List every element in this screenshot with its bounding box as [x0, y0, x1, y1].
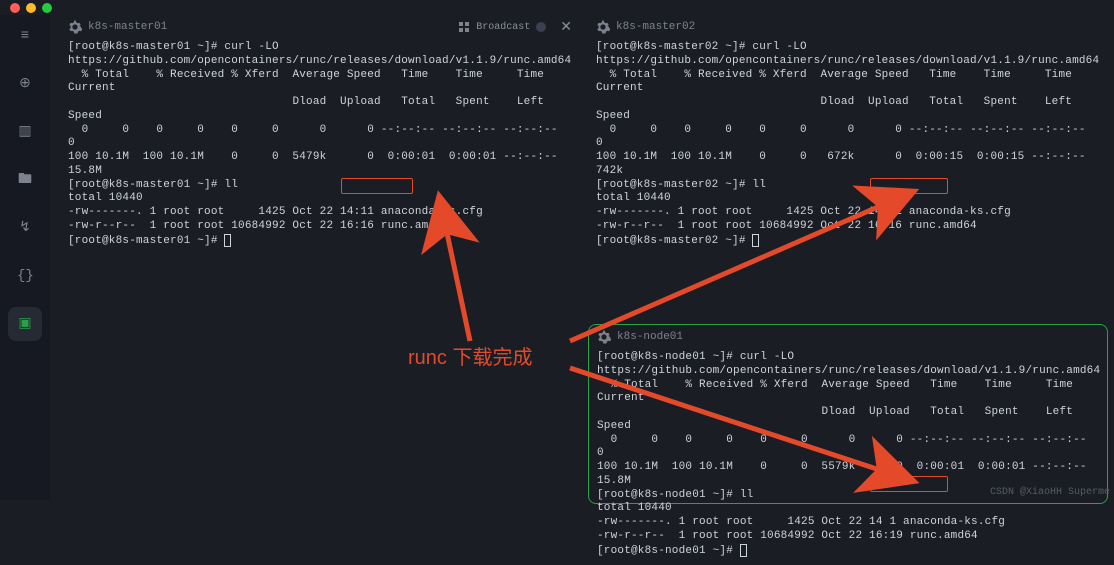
- terminal-pane-k8s-master02[interactable]: k8s-master02 [root@k8s-master02 ~]# curl…: [588, 15, 1108, 315]
- gear-icon: [68, 20, 82, 34]
- close-pane-button[interactable]: ✕: [560, 19, 572, 36]
- gear-icon: [596, 20, 610, 34]
- zoom-window-dot[interactable]: [42, 3, 52, 13]
- broadcast-toggle[interactable]: Broadcast: [458, 21, 546, 33]
- highlight-box-runc-3: [870, 476, 948, 492]
- terminal-icon[interactable]: ▣: [8, 307, 42, 341]
- terminal-output[interactable]: [root@k8s-master01 ~]# curl -LO https://…: [60, 39, 580, 256]
- pane-title: k8s-master02: [616, 21, 695, 33]
- terminal-output[interactable]: [root@k8s-node01 ~]# curl -LO https://gi…: [589, 349, 1107, 565]
- terminal-output[interactable]: [root@k8s-master02 ~]# curl -LO https://…: [588, 39, 1108, 256]
- close-window-dot[interactable]: [10, 3, 20, 13]
- broadcast-status-dot: [536, 22, 546, 32]
- highlight-box-runc-1: [341, 178, 413, 194]
- terminal-pane-k8s-master01[interactable]: k8s-master01 Broadcast ✕ [root@k8s-maste…: [60, 15, 580, 495]
- annotation-label: runc 下载完成: [408, 341, 532, 370]
- highlight-box-runc-2: [870, 178, 948, 194]
- cursor: [224, 234, 231, 247]
- sidebar: ≡ ⊕ ▥ 🖿 ↯ {} ▣: [0, 15, 50, 500]
- server-icon[interactable]: ▥: [8, 115, 42, 149]
- cursor: [752, 234, 759, 247]
- folder-icon[interactable]: 🖿: [8, 163, 42, 197]
- search-plus-icon[interactable]: ⊕: [8, 67, 42, 101]
- pane-title: k8s-master01: [88, 21, 167, 33]
- watermark: CSDN @XiaoHH Superme: [990, 487, 1110, 498]
- terminal-pane-k8s-node01[interactable]: k8s-node01 [root@k8s-node01 ~]# curl -LO…: [588, 324, 1108, 504]
- broadcast-icon: [458, 21, 470, 33]
- cursor: [740, 544, 747, 557]
- braces-icon[interactable]: {}: [8, 259, 42, 293]
- menu-icon[interactable]: ≡: [8, 19, 42, 53]
- minimize-window-dot[interactable]: [26, 3, 36, 13]
- window-title-bar: [0, 0, 1114, 15]
- pane-title: k8s-node01: [617, 331, 683, 343]
- zigzag-icon[interactable]: ↯: [8, 211, 42, 245]
- gear-icon: [597, 330, 611, 344]
